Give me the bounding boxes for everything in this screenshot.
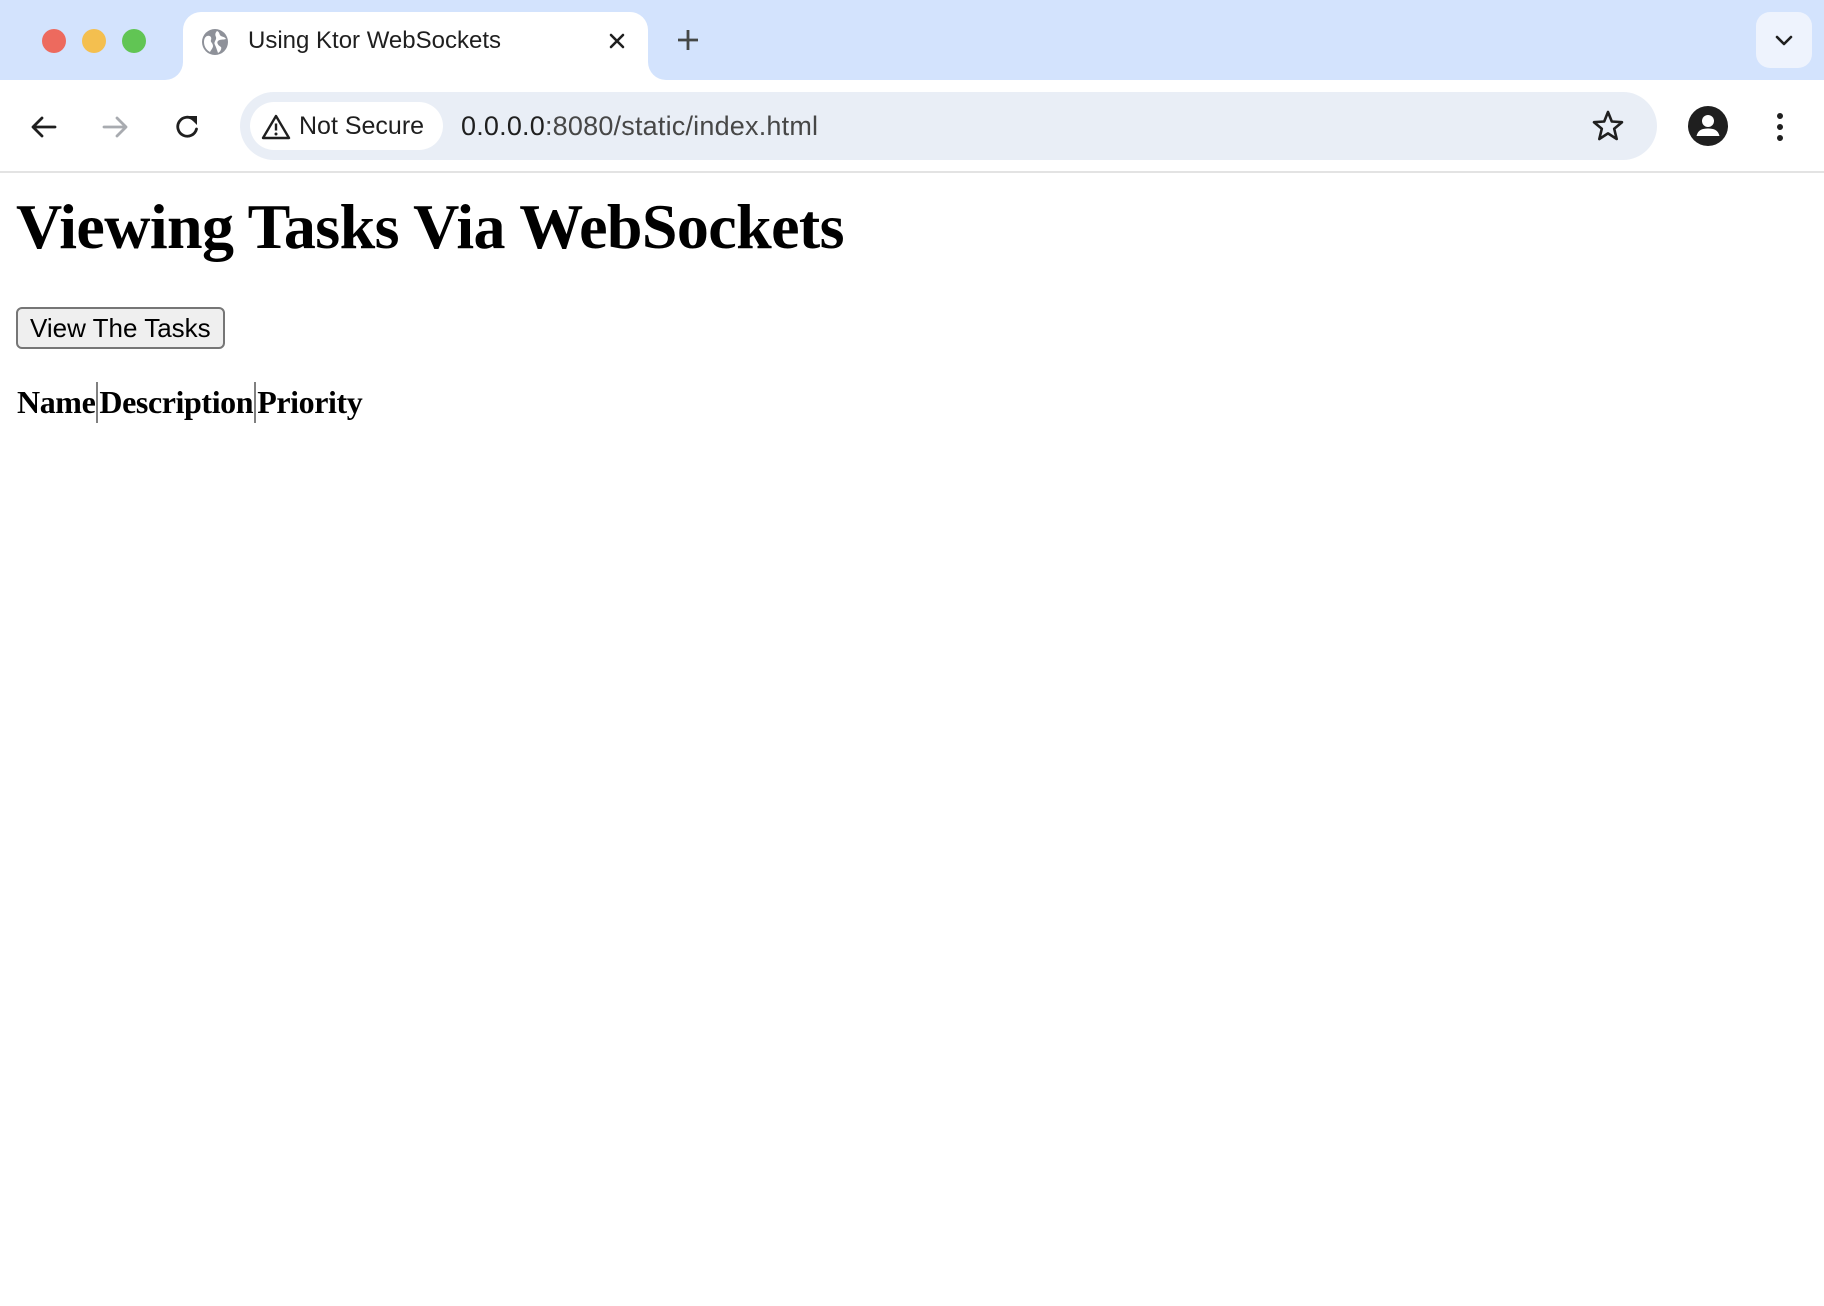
account-circle-icon [1688,106,1728,146]
column-header-name: Name [17,384,96,420]
reload-icon [176,115,198,138]
tab-strip: Using Ktor WebSockets [0,0,1824,80]
forward-button[interactable] [95,107,135,147]
chevron-down-icon [1775,35,1793,46]
kebab-menu-icon [1777,113,1783,141]
browser-menu-button[interactable] [1760,107,1800,147]
window-maximize-button[interactable] [122,29,146,53]
tasks-table: Name Description Priority [16,382,363,423]
globe-icon [201,28,229,56]
window-minimize-button[interactable] [82,29,106,53]
page-title: Viewing Tasks Via WebSockets [16,191,844,262]
arrow-left-icon [31,116,57,138]
window-close-button[interactable] [42,29,66,53]
tab-title: Using Ktor WebSockets [248,27,501,54]
page-content: Viewing Tasks Via WebSockets View The Ta… [0,173,1824,1306]
profile-button[interactable] [1688,106,1728,146]
url-host: 0.0.0.0 [461,111,545,141]
arrow-right-icon [102,116,128,138]
browser-toolbar: Not Secure 0.0.0.0:8080/static/index.htm… [0,80,1824,173]
column-header-priority: Priority [254,382,363,423]
warning-triangle-icon [261,114,291,140]
view-tasks-button[interactable]: View The Tasks [16,307,225,349]
security-chip[interactable]: Not Secure [250,102,443,150]
reload-button[interactable] [168,107,208,147]
star-icon [1592,110,1624,141]
close-icon[interactable] [604,28,630,54]
address-bar[interactable]: Not Secure 0.0.0.0:8080/static/index.htm… [240,92,1657,160]
url-text[interactable]: 0.0.0.0:8080/static/index.html [461,110,818,142]
back-button[interactable] [24,107,64,147]
security-chip-label: Not Secure [299,112,425,140]
tab-search-button[interactable] [1756,12,1812,68]
browser-tab-active[interactable]: Using Ktor WebSockets [183,12,648,80]
url-path: :8080/static/index.html [544,111,819,141]
column-header-description: Description [96,382,254,423]
table-header-row: Name Description Priority [16,382,363,423]
bookmark-button[interactable] [1588,106,1628,146]
plus-icon[interactable] [672,24,704,56]
